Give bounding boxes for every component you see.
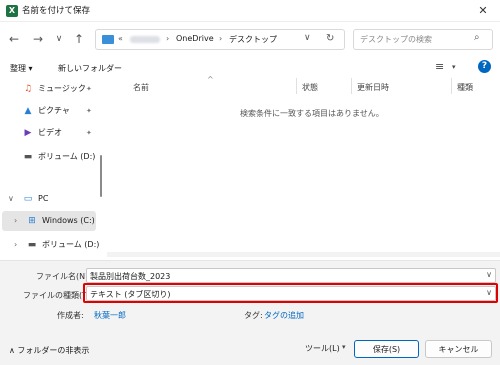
save-button[interactable]: 保存(S) (354, 340, 419, 358)
sidebar-item-volume-d-2[interactable]: ▬ ボリューム (D:) (26, 236, 100, 254)
tools-button[interactable]: ツール(L) (305, 343, 340, 354)
sidebar-item-label: PC (38, 194, 49, 203)
filename-label: ファイル名(N): (36, 272, 91, 281)
chevron-right-icon[interactable]: › (219, 34, 222, 43)
pc-icon: ▭ (23, 194, 33, 204)
forward-arrow-icon[interactable]: → (29, 30, 47, 48)
column-header-type[interactable]: 種類 (457, 82, 473, 93)
sidebar-item-label: Windows (C:) (42, 216, 95, 225)
sidebar-item-label: ミュージック (38, 84, 86, 93)
window-title: 名前を付けて保存 (22, 6, 91, 16)
sidebar-item-volume-d[interactable]: ▬ ボリューム (D:) (22, 148, 102, 166)
redacted-path-segment (130, 36, 160, 43)
new-folder-button[interactable]: 新しいフォルダー (58, 63, 122, 74)
address-bar[interactable]: « › OneDrive › デスクトップ ∨ ↻ (95, 29, 345, 50)
sidebar-item-windows-c[interactable]: ⊞ Windows (C:) (26, 212, 98, 230)
chevron-up-icon: ∧ (9, 346, 15, 355)
sidebar-item-pc[interactable]: ▭ PC (22, 190, 102, 208)
up-arrow-icon[interactable]: ↑ (70, 30, 88, 48)
nav-scrollbar-thumb[interactable] (100, 155, 102, 197)
breadcrumb-desktop[interactable]: デスクトップ (229, 34, 277, 45)
help-icon[interactable]: ? (478, 60, 491, 73)
sidebar-item-label: ボリューム (D:) (38, 152, 96, 161)
pictures-icon: ▲ (24, 106, 32, 116)
desktop-folder-icon (102, 35, 114, 44)
sidebar-item-pictures[interactable]: ▲ ピクチャ ✦ (22, 102, 102, 120)
chevron-right-icon[interactable]: › (166, 34, 169, 43)
sidebar-item-label: ボリューム (D:) (42, 240, 100, 249)
close-button[interactable]: ✕ (470, 2, 496, 20)
recent-locations-dropdown[interactable]: ∨ (50, 30, 68, 48)
filename-field[interactable]: 製品別出荷台数_2023 ∨ (86, 268, 496, 283)
excel-app-icon: X (6, 5, 18, 17)
filetype-highlight-annotation (83, 283, 498, 303)
tools-dropdown-icon[interactable]: ▾ (342, 343, 346, 351)
videos-icon: ▶ (24, 128, 32, 138)
cancel-button[interactable]: キャンセル (425, 340, 492, 358)
back-arrow-icon[interactable]: ← (5, 30, 23, 48)
filename-input[interactable]: 製品別出荷台数_2023 (90, 271, 170, 282)
search-icon[interactable]: ⌕ (474, 32, 480, 43)
windows-drive-icon: ⊞ (28, 216, 36, 226)
collapse-caret-icon[interactable]: › (14, 216, 17, 225)
view-dropdown-icon[interactable]: ▾ (452, 63, 456, 71)
horizontal-scrollbar[interactable] (107, 252, 500, 257)
collapse-caret-icon[interactable]: › (14, 240, 17, 249)
pin-icon: ✦ (86, 107, 92, 115)
add-tag-link[interactable]: タグの追加 (264, 310, 304, 321)
search-box[interactable]: デスクトップの検索 ⌕ (353, 29, 493, 50)
hide-folders-button[interactable]: ∧ フォルダーの非表示 (9, 345, 89, 356)
expand-caret-icon[interactable]: ∨ (8, 194, 14, 203)
author-value[interactable]: 秋葉一郎 (94, 310, 126, 321)
file-list[interactable] (107, 76, 500, 257)
column-divider[interactable] (296, 78, 297, 94)
column-divider[interactable] (351, 78, 352, 94)
organize-menu-button[interactable]: 整理 ▾ (10, 63, 33, 74)
address-dropdown-icon[interactable]: ∨ (304, 33, 311, 43)
breadcrumb-onedrive[interactable]: OneDrive (176, 34, 214, 43)
tags-label: タグ: (244, 311, 263, 320)
pin-icon: ✦ (86, 129, 92, 137)
music-icon: ♫ (23, 84, 33, 94)
author-label: 作成者: (57, 311, 84, 320)
column-header-modified[interactable]: 更新日時 (357, 82, 389, 93)
column-header-name[interactable]: 名前 (133, 82, 149, 93)
search-input[interactable]: デスクトップの検索 (360, 34, 432, 45)
sidebar-item-videos[interactable]: ▶ ビデオ ✦ (22, 124, 102, 142)
pin-icon: ✦ (86, 85, 92, 93)
column-header-status[interactable]: 状態 (302, 82, 318, 93)
navigation-pane[interactable]: ♫ ミュージック ✦ ▲ ピクチャ ✦ ▶ ビデオ ✦ ▬ ボリューム (D:) ∨ ▭… (0, 76, 103, 257)
sort-ascending-icon: ^ (207, 75, 214, 84)
chevron-down-icon[interactable]: ∨ (486, 270, 492, 279)
view-options-icon[interactable]: ≡ (435, 60, 444, 73)
drive-icon: ▬ (23, 152, 33, 162)
hide-folders-label: フォルダーの非表示 (17, 346, 90, 355)
sidebar-item-music[interactable]: ♫ ミュージック ✦ (22, 80, 102, 98)
sidebar-item-label: ピクチャ (38, 106, 70, 115)
refresh-icon[interactable]: ↻ (326, 33, 334, 44)
column-divider[interactable] (451, 78, 452, 94)
sidebar-item-label: ビデオ (38, 128, 62, 137)
empty-message: 検索条件に一致する項目はありません。 (240, 109, 384, 118)
drive-icon: ▬ (27, 240, 37, 250)
title-bar: X 名前を付けて保存 ✕ (0, 0, 500, 22)
address-overflow-icon[interactable]: « (118, 34, 123, 43)
